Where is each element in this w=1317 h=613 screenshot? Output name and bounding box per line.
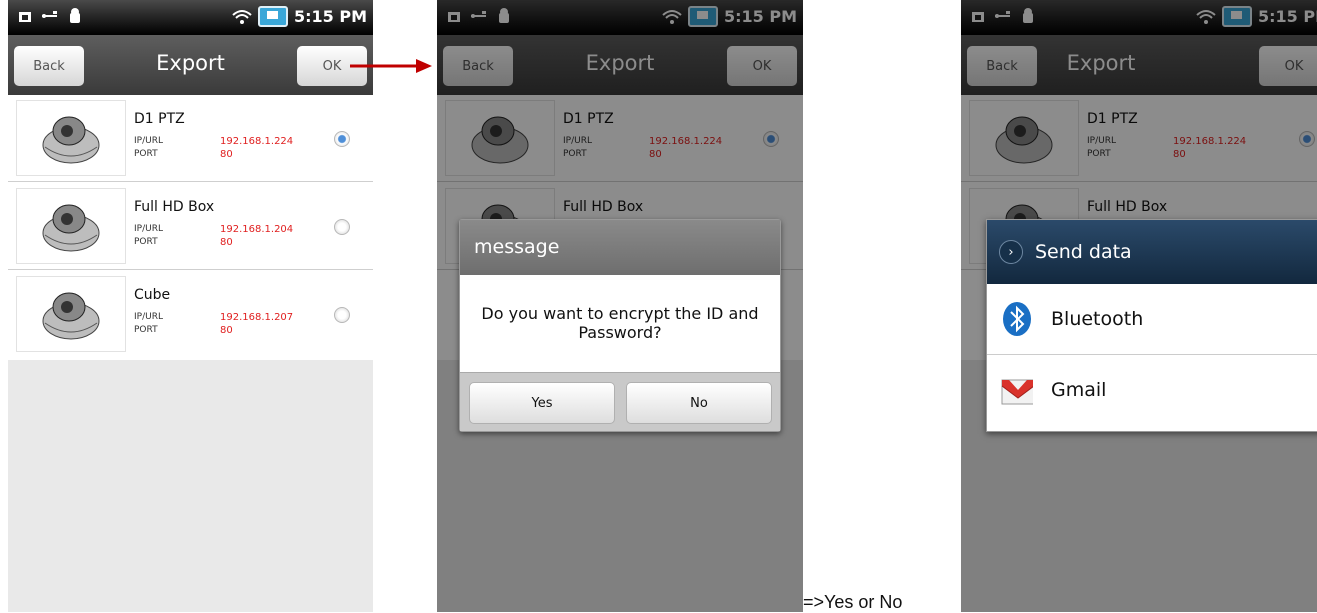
option-label: Bluetooth	[1051, 308, 1144, 330]
select-radio[interactable]	[334, 307, 350, 323]
dialog-button-bar: Yes No	[460, 372, 780, 431]
port-value: 80	[220, 325, 233, 336]
select-radio[interactable]	[334, 219, 350, 235]
encrypt-dialog: message Do you want to encrypt the ID an…	[459, 219, 781, 432]
port-label: PORT	[134, 325, 158, 335]
camera-thumbnail	[16, 100, 126, 176]
list-item[interactable]: Cube IP/URL PORT 192.168.1.207 80	[8, 271, 373, 357]
port-value: 80	[220, 237, 233, 248]
bluetooth-icon	[1003, 302, 1031, 336]
empty-area	[8, 360, 373, 612]
option-gmail[interactable]: Gmail	[987, 355, 1317, 425]
send-data-screen: 5:15 PM Back Export OK D1 PTZ IP/URL POR…	[961, 0, 1317, 612]
list-item[interactable]: Full HD Box IP/URL PORT 192.168.1.204 80	[8, 183, 373, 270]
port-label: PORT	[134, 237, 158, 247]
dialog-title: message	[460, 220, 780, 275]
send-data-chooser: › Send data Bluetooth Gmail	[986, 219, 1317, 432]
camera-thumbnail	[16, 188, 126, 264]
camera-name: Cube	[134, 287, 171, 303]
ip-value: 192.168.1.224	[220, 136, 294, 147]
chooser-header: › Send data	[987, 220, 1317, 284]
notification-icon	[19, 12, 31, 22]
yes-button[interactable]: Yes	[469, 382, 615, 424]
select-radio-selected[interactable]	[334, 131, 350, 147]
dialog-message: Do you want to encrypt the ID and Passwo…	[481, 304, 759, 342]
android-debug-icon	[70, 8, 80, 23]
port-label: PORT	[134, 149, 158, 159]
caption-text: =>Yes or No	[803, 592, 903, 612]
no-button[interactable]: No	[626, 382, 772, 424]
ip-label: IP/URL	[134, 312, 163, 322]
port-value: 80	[220, 149, 233, 160]
usb-icon	[42, 11, 57, 18]
encrypt-dialog-screen: 5:15 PM Back Export OK D1 PTZ IP/URL POR…	[437, 0, 803, 612]
chevron-right-icon: ›	[999, 240, 1023, 264]
camera-list: D1 PTZ IP/URL PORT 192.168.1.224 80 Full…	[8, 95, 373, 360]
title-bar: Back Export OK	[8, 35, 373, 95]
battery-icon	[257, 6, 288, 27]
gmail-icon	[1001, 379, 1033, 405]
camera-name: Full HD Box	[134, 199, 215, 215]
status-time: 5:15 PM	[293, 7, 367, 26]
wifi-icon	[232, 9, 252, 24]
status-bar: 5:15 PM	[8, 0, 373, 35]
camera-name: D1 PTZ	[134, 111, 185, 127]
ip-value: 192.168.1.207	[220, 312, 294, 323]
list-item[interactable]: D1 PTZ IP/URL PORT 192.168.1.224 80	[8, 95, 373, 182]
arrow-right-icon	[350, 59, 432, 73]
option-label: Gmail	[1051, 379, 1107, 401]
option-bluetooth[interactable]: Bluetooth	[987, 284, 1317, 355]
chooser-title: Send data	[1035, 241, 1132, 263]
camera-thumbnail	[16, 276, 126, 352]
ip-value: 192.168.1.204	[220, 224, 294, 235]
ip-label: IP/URL	[134, 224, 163, 234]
ip-label: IP/URL	[134, 136, 163, 146]
export-screen: 5:15 PM Back Export OK D1 PTZ IP/URL POR…	[8, 0, 373, 612]
